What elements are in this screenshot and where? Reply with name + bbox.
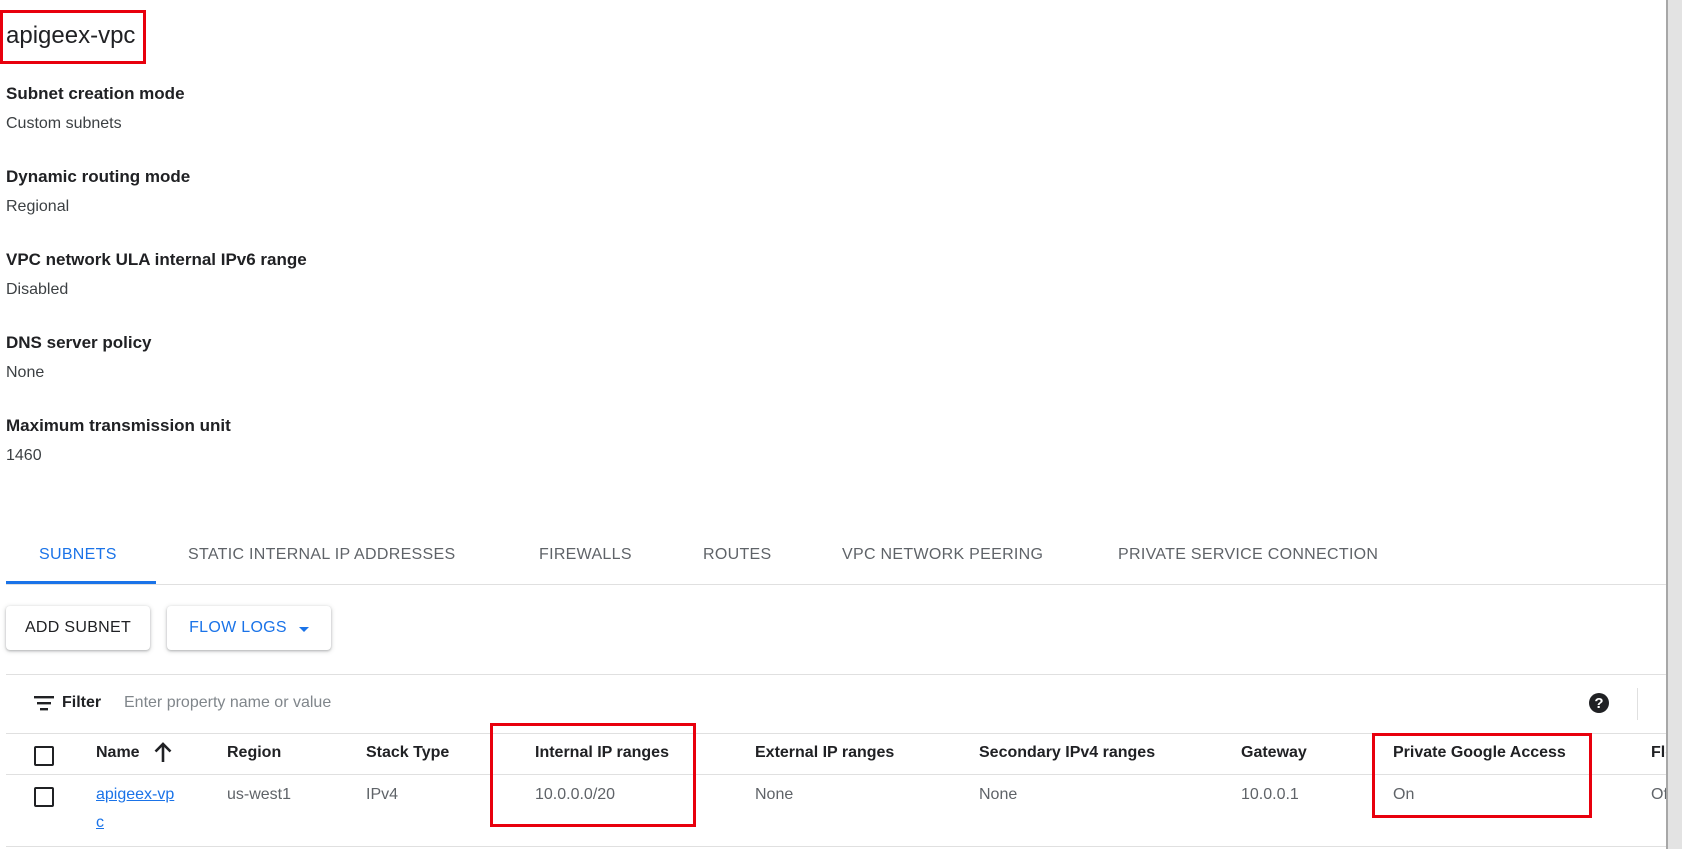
flow-logs-label: FLOW LOGS	[189, 619, 287, 636]
column-header-name[interactable]: Name	[96, 744, 140, 762]
filter-label: Filter	[62, 694, 102, 711]
property-dynamic-routing-mode: Dynamic routing mode Regional	[6, 167, 190, 216]
property-mtu: Maximum transmission unit 1460	[6, 416, 231, 465]
filter-lines-icon[interactable]	[34, 694, 54, 717]
help-icon[interactable]: ?	[1589, 693, 1609, 713]
property-label: Dynamic routing mode	[6, 167, 191, 186]
add-subnet-button[interactable]: ADD SUBNET	[6, 606, 150, 650]
column-header-internal-ip-ranges[interactable]: Internal IP ranges	[535, 744, 669, 762]
caret-down-icon	[298, 626, 309, 632]
tab-routes[interactable]: ROUTES	[703, 546, 771, 564]
vpc-network-details-page: apigeex-vpc Subnet creation mode Custom …	[0, 0, 1682, 849]
subnet-name-link[interactable]: apigeex-vpc	[96, 781, 176, 837]
cell-internal-ip-ranges: 10.0.0.0/20	[535, 786, 616, 803]
column-header-external-ip-ranges[interactable]: External IP ranges	[755, 744, 894, 762]
tab-private-service-connection[interactable]: PRIVATE SERVICE CONNECTION	[1118, 546, 1378, 564]
scrollbar-track[interactable]	[1668, 0, 1682, 849]
filter-input[interactable]	[124, 691, 724, 715]
row-select-checkbox[interactable]	[34, 787, 54, 807]
add-subnet-label: ADD SUBNET	[24, 619, 132, 636]
cell-secondary-ipv4-ranges: None	[979, 786, 1018, 803]
property-value: Custom subnets	[6, 115, 122, 132]
column-header-private-google-access[interactable]: Private Google Access	[1393, 744, 1566, 762]
cell-region: us-west1	[227, 786, 292, 803]
select-all-checkbox[interactable]	[34, 746, 54, 766]
flow-logs-button[interactable]: FLOW LOGS	[167, 606, 331, 650]
column-header-region[interactable]: Region	[227, 744, 281, 762]
property-ula-ipv6-range: VPC network ULA internal IPv6 range Disa…	[6, 250, 307, 299]
active-tab-indicator	[6, 581, 156, 584]
toolbar-divider	[1637, 688, 1638, 720]
internal-ip-highlight-box	[490, 723, 696, 827]
divider	[6, 774, 1666, 775]
column-header-gateway[interactable]: Gateway	[1241, 744, 1307, 762]
property-label: VPC network ULA internal IPv6 range	[6, 250, 307, 269]
property-label: DNS server policy	[6, 333, 152, 352]
cell-external-ip-ranges: None	[755, 786, 794, 803]
cell-private-google-access: On	[1393, 786, 1415, 803]
divider	[6, 733, 1666, 734]
divider	[6, 846, 1666, 847]
column-header-stack-type[interactable]: Stack Type	[366, 744, 449, 762]
tab-bar: SUBNETS STATIC INTERNAL IP ADDRESSES FIR…	[6, 540, 1666, 585]
page-title: apigeex-vpc	[6, 22, 136, 49]
property-label: Maximum transmission unit	[6, 416, 231, 435]
cell-gateway: 10.0.0.1	[1241, 786, 1299, 803]
divider	[6, 674, 1666, 675]
tab-static-internal-ip-addresses[interactable]: STATIC INTERNAL IP ADDRESSES	[188, 546, 455, 564]
tab-subnets[interactable]: SUBNETS	[39, 546, 117, 564]
tab-firewalls[interactable]: FIREWALLS	[539, 546, 632, 564]
property-value: Regional	[6, 198, 70, 215]
column-header-secondary-ipv4-ranges[interactable]: Secondary IPv4 ranges	[979, 744, 1155, 762]
property-value: 1460	[6, 447, 42, 464]
property-subnet-creation-mode: Subnet creation mode Custom subnets	[6, 84, 185, 133]
property-value: Disabled	[6, 281, 69, 298]
property-value: None	[6, 364, 45, 381]
cell-stack-type: IPv4	[366, 786, 399, 803]
property-label: Subnet creation mode	[6, 84, 185, 103]
property-dns-server-policy: DNS server policy None	[6, 333, 152, 382]
sort-ascending-icon[interactable]	[153, 742, 173, 769]
tab-vpc-network-peering[interactable]: VPC NETWORK PEERING	[842, 546, 1043, 564]
